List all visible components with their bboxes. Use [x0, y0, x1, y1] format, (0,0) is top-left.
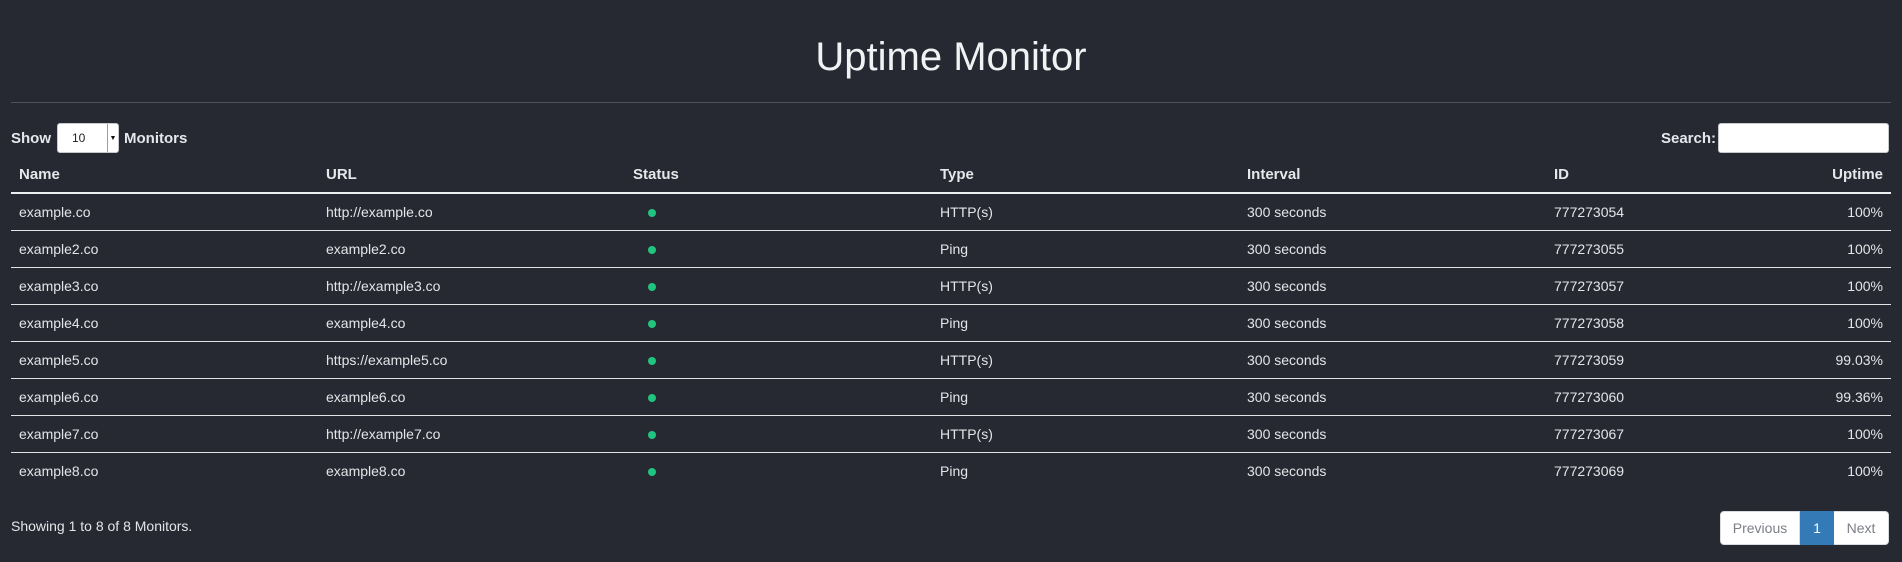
- previous-page-button[interactable]: Previous: [1720, 511, 1800, 545]
- pagination: Previous 1 Next: [1720, 511, 1889, 545]
- column-header-type[interactable]: Type: [932, 156, 1239, 194]
- cell-type: HTTP(s): [932, 415, 1239, 453]
- cell-id: 777273058: [1546, 304, 1816, 342]
- column-header-status[interactable]: Status: [625, 156, 932, 194]
- cell-name: example.co: [11, 193, 318, 231]
- search-label: Search:: [1660, 129, 1716, 147]
- page-length-value: 10: [72, 131, 86, 145]
- cell-type: Ping: [932, 230, 1239, 268]
- column-header-interval[interactable]: Interval: [1239, 156, 1546, 194]
- cell-name: example2.co: [11, 230, 318, 268]
- cell-url: http://example7.co: [318, 415, 625, 453]
- cell-interval: 300 seconds: [1239, 267, 1546, 305]
- status-up-icon: [648, 282, 656, 291]
- cell-id: 777273057: [1546, 267, 1816, 305]
- table-info: Showing 1 to 8 of 8 Monitors.: [11, 518, 193, 534]
- cell-uptime: 100%: [1816, 193, 1891, 231]
- monitors-label: Monitors: [124, 129, 188, 147]
- table-row: example3.co http://example3.co HTTP(s) 300 …: [11, 267, 1891, 305]
- cell-interval: 300 seconds: [1239, 230, 1546, 268]
- cell-status: [625, 267, 932, 305]
- column-header-name[interactable]: Name: [11, 156, 318, 194]
- table-row: example7.co http://example7.co HTTP(s) 300 …: [11, 415, 1891, 453]
- cell-type: HTTP(s): [932, 193, 1239, 231]
- table-row: example6.co example6.co Ping 300 seconds 777…: [11, 378, 1891, 416]
- cell-name: example3.co: [11, 267, 318, 305]
- page-title: Uptime Monitor: [815, 35, 1087, 79]
- cell-type: HTTP(s): [932, 341, 1239, 379]
- cell-name: example4.co: [11, 304, 318, 342]
- cell-uptime: 100%: [1816, 304, 1891, 342]
- table-row: example2.co example2.co Ping 300 seconds 777…: [11, 230, 1891, 268]
- page-length-control: Show 10 ▼ Monitors: [11, 122, 187, 154]
- cell-url: example2.co: [318, 230, 625, 268]
- table-header-row: Name URL Status Type Interval ID Uptime: [11, 156, 1891, 194]
- column-header-uptime[interactable]: Uptime: [1816, 156, 1891, 194]
- cell-id: 777273069: [1554, 462, 1625, 479]
- next-page-button[interactable]: Next: [1834, 511, 1889, 545]
- cell-uptime: 99.03%: [1816, 341, 1891, 379]
- status-up-icon: [648, 208, 656, 217]
- cell-interval: 300 seconds: [1247, 462, 1327, 479]
- dropdown-arrow-icon: ▼: [107, 124, 118, 152]
- cell-id: 777273067: [1546, 415, 1816, 453]
- page-1-button[interactable]: 1: [1800, 511, 1834, 545]
- table-row: example.co http://example.co HTTP(s) 300 se…: [11, 193, 1891, 231]
- cell-interval: 300 seconds: [1239, 378, 1546, 416]
- cell-name: example5.co: [11, 341, 318, 379]
- cell-id: 777273055: [1546, 230, 1816, 268]
- cell-id: 777273054: [1546, 193, 1816, 231]
- monitors-table: Name URL Status Type Interval ID Uptime …: [11, 156, 1891, 489]
- cell-interval: 300 seconds: [1239, 415, 1546, 453]
- cell-url: example4.co: [318, 304, 625, 342]
- cell-status: [625, 378, 932, 416]
- status-up-icon: [648, 245, 656, 254]
- cell-type: Ping: [932, 304, 1239, 342]
- table-row: example5.co https://example5.co HTTP(s) 300…: [11, 341, 1891, 379]
- cell-uptime: 99.36%: [1816, 378, 1891, 416]
- column-header-id[interactable]: ID: [1546, 156, 1816, 194]
- status-up-icon: [648, 430, 656, 439]
- cell-interval: 300 seconds: [1239, 193, 1546, 231]
- page-length-select[interactable]: 10 ▼: [57, 123, 119, 153]
- cell-uptime: 100%: [1816, 230, 1891, 268]
- cell-status: [625, 304, 932, 342]
- cell-uptime: 100%: [1816, 267, 1891, 305]
- column-header-url[interactable]: URL: [318, 156, 625, 194]
- cell-interval: 300 seconds: [1239, 341, 1546, 379]
- status-up-icon: [648, 319, 656, 328]
- cell-status: [625, 415, 932, 453]
- cell-type: Ping: [940, 462, 969, 479]
- cell-id: 777273059: [1546, 341, 1816, 379]
- search-input[interactable]: [1718, 123, 1889, 153]
- show-label: Show: [11, 129, 51, 147]
- cell-interval: 300 seconds: [1239, 304, 1546, 342]
- cell-name: example6.co: [11, 378, 318, 416]
- title-divider: [11, 102, 1891, 103]
- cell-url: example6.co: [318, 378, 625, 416]
- cell-status: [625, 341, 932, 379]
- cell-id: 777273060: [1546, 378, 1816, 416]
- cell-type: Ping: [932, 378, 1239, 416]
- cell-name: example7.co: [11, 415, 318, 453]
- cell-type: HTTP(s): [932, 267, 1239, 305]
- status-up-icon: [648, 393, 656, 402]
- cell-uptime: 100%: [1847, 462, 1883, 479]
- cell-status: [625, 452, 932, 489]
- table-row: example8.co example8.co Ping 300 seconds 777…: [11, 452, 1891, 489]
- search-control: Search:: [1661, 122, 1889, 154]
- cell-uptime: 100%: [1816, 415, 1891, 453]
- cell-status: [625, 193, 932, 231]
- table-body: example.co http://example.co HTTP(s) 300 se…: [11, 193, 1891, 489]
- status-up-icon: [648, 467, 656, 476]
- cell-url: example8.co: [326, 462, 406, 479]
- status-up-icon: [648, 356, 656, 365]
- cell-name: example8.co: [19, 462, 99, 479]
- cell-status: [625, 230, 932, 268]
- cell-url: https://example5.co: [318, 341, 625, 379]
- cell-url: http://example3.co: [318, 267, 625, 305]
- cell-url: http://example.co: [318, 193, 625, 231]
- table-row: example4.co example4.co Ping 300 seconds 777…: [11, 304, 1891, 342]
